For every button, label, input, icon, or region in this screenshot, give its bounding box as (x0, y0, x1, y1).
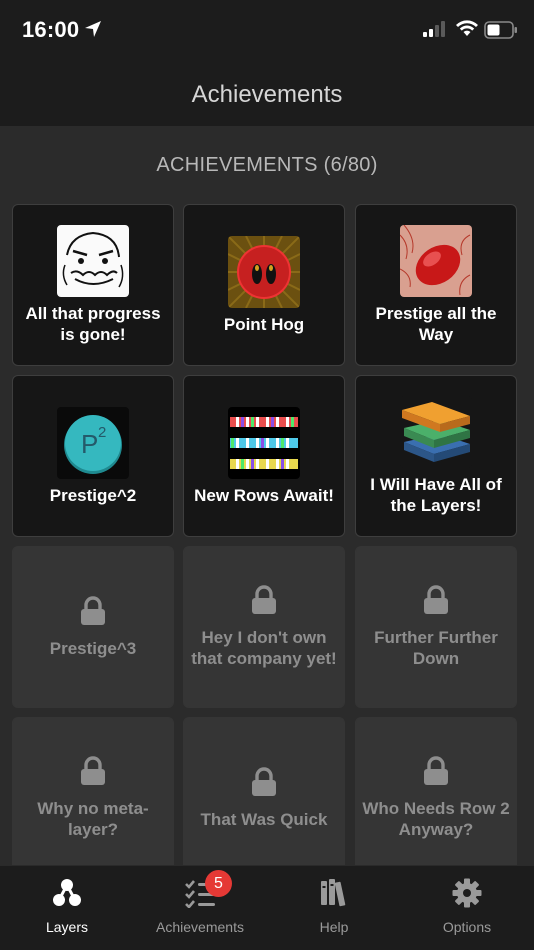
navigation-bar: Achievements (0, 60, 534, 126)
rows-icon (228, 406, 300, 479)
lock-icon (252, 585, 276, 614)
lock-icon (424, 756, 448, 785)
wifi-icon (456, 20, 478, 36)
achievement-label: Further Further Down (374, 628, 498, 668)
achievement-label: Prestige^3 (49, 638, 137, 658)
p-squared-icon: P 2 (57, 406, 129, 479)
achievement-tile[interactable]: P 2 Prestige^2 (12, 375, 174, 537)
achievement-label: I Will Have All of the Layers! (370, 475, 502, 515)
achievement-tile-locked[interactable]: Hey I don't own that company yet! (183, 546, 345, 708)
layers-stack-icon (400, 396, 472, 468)
achievements-content[interactable]: ACHIEVEMENTS (6/80) All that progress is… (0, 126, 534, 865)
status-bar: 16:00 (0, 0, 534, 60)
achievement-tile-locked[interactable]: Why no meta-layer? (12, 717, 174, 865)
tab-achievements[interactable]: 5 Achievements (133, 866, 267, 950)
svg-text:P: P (81, 429, 98, 459)
achievement-label: That Was Quick (200, 809, 328, 829)
layers-icon (53, 879, 81, 906)
page-title: Achievements (191, 81, 343, 108)
lock-icon (424, 585, 448, 614)
achievement-label: All that progress is gone! (25, 304, 161, 344)
lock-icon (252, 766, 276, 796)
location-arrow-icon (85, 21, 101, 37)
pig-snout-icon (228, 235, 300, 308)
achievement-tile[interactable]: Prestige all the Way (355, 204, 517, 366)
tab-layers[interactable]: Layers (0, 866, 134, 950)
gear-icon (452, 878, 482, 908)
tab-label: Options (442, 919, 492, 935)
rage-face-icon (57, 225, 129, 297)
battery-icon (484, 21, 517, 39)
achievement-label: New Rows Await! (194, 485, 334, 505)
lock-icon (81, 595, 105, 625)
status-time: 16:00 (22, 17, 80, 42)
achievement-tile-locked[interactable]: That Was Quick (183, 717, 345, 865)
achievement-tile-locked[interactable]: Who Needs Row 2 Anyway? (355, 717, 517, 865)
tab-label: Achievements (156, 919, 244, 935)
achievement-label: Hey I don't own that company yet! (191, 628, 337, 668)
achievement-label: Prestige^2 (49, 485, 137, 505)
section-title: ACHIEVEMENTS (6/80) (156, 154, 378, 176)
svg-text:2: 2 (98, 424, 106, 441)
achievement-label: Prestige all the Way (375, 304, 497, 344)
tab-label: Help (319, 919, 349, 935)
tab-label: Layers (45, 919, 89, 935)
cellular-signal-icon (423, 21, 445, 37)
achievement-tile[interactable]: New Rows Await! (183, 375, 345, 537)
books-icon (321, 879, 346, 907)
achievement-tile[interactable]: I Will Have All of the Layers! (355, 375, 517, 537)
notification-badge: 5 (205, 870, 232, 897)
red-cell-icon (400, 225, 472, 297)
tab-options[interactable]: Options (400, 866, 534, 950)
achievement-tile[interactable]: Point Hog (183, 204, 345, 366)
achievement-label: Point Hog (223, 314, 305, 334)
achievement-tile-locked[interactable]: Further Further Down (355, 546, 517, 708)
achievement-label: Why no meta-layer? (37, 799, 149, 839)
achievement-label: Who Needs Row 2 Anyway? (362, 799, 510, 839)
tab-bar: Layers 5 Achievements Help Options (0, 865, 534, 950)
achievement-tile[interactable]: All that progress is gone! (12, 204, 174, 366)
achievement-tile-locked[interactable]: Prestige^3 (12, 546, 174, 708)
lock-icon (81, 756, 105, 785)
tab-help[interactable]: Help (267, 866, 401, 950)
